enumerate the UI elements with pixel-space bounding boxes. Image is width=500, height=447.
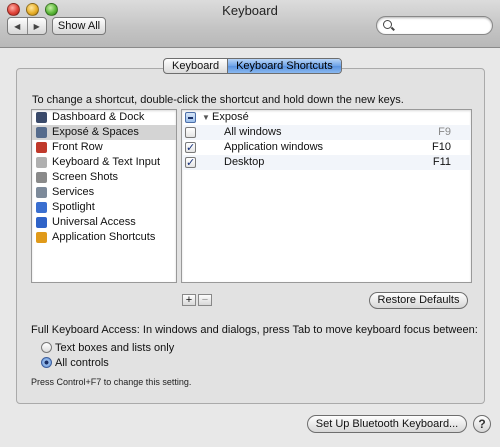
category-item[interactable]: Screen Shots — [32, 170, 176, 185]
category-label: Exposé & Spaces — [52, 126, 139, 138]
add-shortcut-button[interactable]: + — [182, 294, 196, 306]
shortcut-key[interactable]: F10 — [432, 140, 451, 155]
shortcut-checkbox[interactable] — [185, 127, 196, 138]
category-label: Dashboard & Dock — [52, 111, 145, 123]
set-up-bluetooth-keyboard-button[interactable]: Set Up Bluetooth Keyboard... — [307, 415, 467, 433]
disclosure-triangle-icon[interactable]: ▼ — [202, 110, 210, 125]
radio-label: Text boxes and lists only — [55, 342, 175, 354]
shortcut-row[interactable]: ✓ Desktop F11 — [182, 155, 471, 170]
tab-bar: Keyboard Keyboard Shortcuts — [163, 58, 342, 74]
radio-button[interactable] — [41, 357, 52, 368]
category-label: Spotlight — [52, 201, 95, 213]
spotlight-icon — [36, 202, 47, 213]
forward-arrow-icon[interactable]: ▶ — [28, 18, 47, 34]
radio-all-controls[interactable]: All controls — [41, 357, 109, 371]
front-row-icon — [36, 142, 47, 153]
category-list[interactable]: Dashboard & Dock Exposé & Spaces Front Row… — [31, 109, 177, 283]
category-label: Screen Shots — [52, 171, 119, 183]
category-item[interactable]: Dashboard & Dock — [32, 110, 176, 125]
shortcut-row[interactable]: All windows F9 — [182, 125, 471, 140]
radio-text-boxes[interactable]: Text boxes and lists only — [41, 342, 174, 356]
group-checkbox[interactable] — [185, 112, 196, 123]
help-button[interactable]: ? — [473, 415, 491, 433]
instructions-text: To change a shortcut, double-click the s… — [32, 94, 404, 106]
shortcut-key[interactable]: F9 — [438, 125, 451, 140]
remove-shortcut-button[interactable]: − — [198, 294, 212, 306]
shortcut-group-row[interactable]: ▼ Exposé — [182, 110, 471, 125]
category-label: Front Row — [52, 141, 103, 153]
search-input[interactable] — [395, 19, 487, 32]
back-arrow-icon[interactable]: ◀ — [8, 18, 28, 34]
search-field[interactable] — [376, 16, 493, 35]
universal-access-icon — [36, 217, 47, 228]
category-item[interactable]: Front Row — [32, 140, 176, 155]
title-bar: Keyboard ◀ ▶ Show All — [0, 0, 500, 48]
back-forward-control: ◀ ▶ — [7, 17, 47, 35]
category-item[interactable]: Universal Access — [32, 215, 176, 230]
shortcut-key[interactable]: F11 — [433, 155, 451, 170]
shortcut-list[interactable]: ▼ Exposé All windows F9 ✓ Application windo… — [181, 109, 472, 283]
radio-button[interactable] — [41, 342, 52, 353]
keyboard-text-icon — [36, 157, 47, 168]
expose-spaces-icon — [36, 127, 47, 138]
category-item[interactable]: Spotlight — [32, 200, 176, 215]
full-keyboard-access-label: Full Keyboard Access: In windows and dia… — [31, 324, 478, 336]
group-label: Exposé — [212, 111, 249, 123]
tab-keyboard[interactable]: Keyboard — [164, 59, 227, 73]
category-item[interactable]: Keyboard & Text Input — [32, 155, 176, 170]
keyboard-access-hint: Press Control+F7 to change this setting. — [31, 377, 192, 387]
category-item[interactable]: Exposé & Spaces — [32, 125, 176, 140]
category-label: Services — [52, 186, 95, 198]
screen-shots-icon — [36, 172, 47, 183]
shortcut-name: Desktop — [224, 156, 265, 168]
category-label: Application Shortcuts — [52, 231, 156, 243]
dashboard-dock-icon — [36, 112, 47, 123]
category-item[interactable]: Application Shortcuts — [32, 230, 176, 245]
restore-defaults-button[interactable]: Restore Defaults — [369, 292, 468, 309]
radio-label: All controls — [55, 357, 109, 369]
category-label: Universal Access — [52, 216, 136, 228]
shortcut-checkbox[interactable]: ✓ — [185, 142, 196, 154]
shortcut-name: Application windows — [224, 141, 324, 153]
show-all-button[interactable]: Show All — [52, 17, 106, 35]
shortcut-row[interactable]: ✓ Application windows F10 — [182, 140, 471, 155]
shortcut-checkbox[interactable]: ✓ — [185, 157, 196, 169]
services-icon — [36, 187, 47, 198]
tab-keyboard-shortcuts[interactable]: Keyboard Shortcuts — [227, 59, 341, 73]
search-icon — [383, 20, 392, 29]
category-label: Keyboard & Text Input — [52, 156, 161, 168]
shortcut-name: All windows — [224, 126, 282, 138]
category-item[interactable]: Services — [32, 185, 176, 200]
application-shortcuts-icon — [36, 232, 47, 243]
